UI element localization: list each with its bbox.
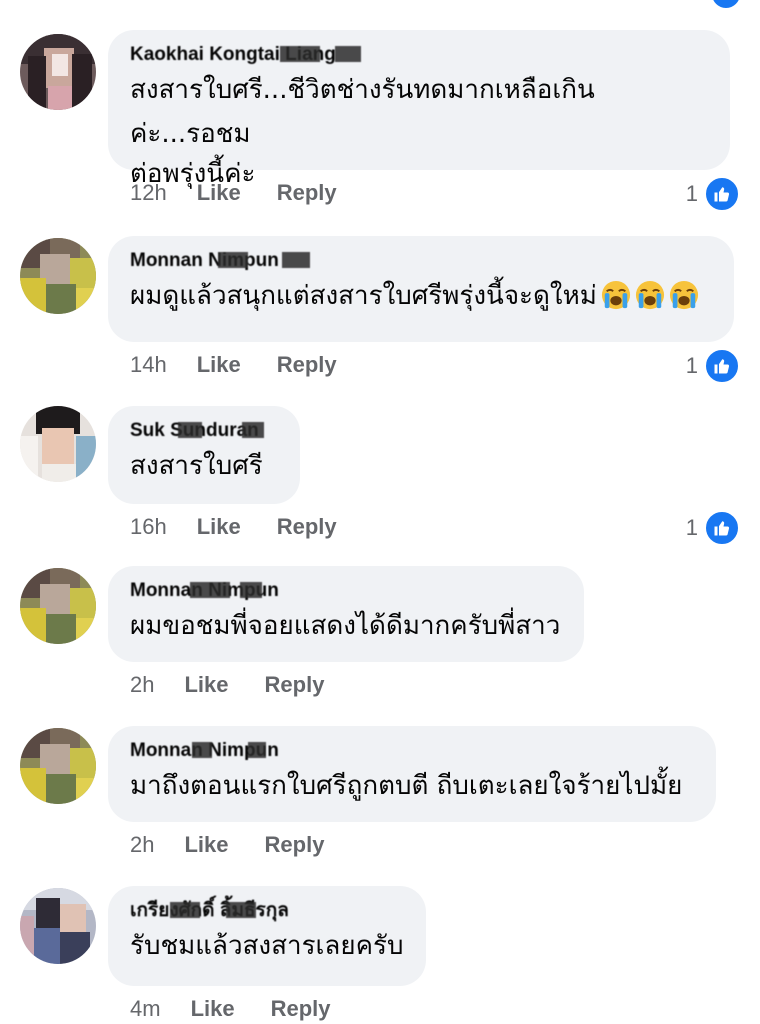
reply-button[interactable]: Reply: [265, 832, 325, 858]
comment-actions: 14h Like Reply: [130, 352, 337, 378]
comment-timestamp[interactable]: 14h: [130, 352, 167, 378]
avatar[interactable]: [20, 728, 96, 804]
thumbs-up-icon: [704, 510, 740, 546]
comment-text: มาถึงตอนแรกใบศรีถูกตบตี ถีบเตะเลยใจร้ายไ…: [130, 764, 694, 808]
comment-text-line: ผมขอชมพี่จอยแสดงได้ดีมากครับพี่สาว: [130, 611, 561, 641]
reaction-summary[interactable]: 1: [686, 510, 740, 546]
like-button[interactable]: Like: [184, 832, 228, 858]
comment-text: ผมดูแล้วสนุกแต่สงสารใบศรีพรุ่งนี้จะดูใหม…: [130, 274, 712, 318]
reaction-count: 1: [685, 353, 698, 378]
comment-text-line: ผมดูแล้วสนุกแต่สงสารใบศรีพรุ่งนี้จะดูใหม…: [130, 281, 597, 311]
comment-text: ผมขอชมพี่จอยแสดงได้ดีมากครับพี่สาว: [130, 604, 562, 648]
comment-actions: 12h Like Reply: [130, 180, 337, 206]
comment-author[interactable]: Monnan Nimpun: [130, 740, 279, 762]
reaction-summary[interactable]: 1: [686, 348, 740, 384]
comment-text: รับชมแล้วสงสารเลยครับ: [130, 924, 404, 968]
avatar[interactable]: [20, 888, 96, 964]
loudly-crying-face-icon: [635, 280, 664, 310]
comment-bubble: Monnan Nimpun ผมขอชมพี่จอยแสดงได้ดีมากคร…: [108, 566, 584, 662]
loudly-crying-face-icon: [601, 280, 630, 310]
comment-actions: 2h Like Reply: [130, 832, 324, 858]
like-button[interactable]: Like: [197, 180, 241, 206]
comment-text: สงสารใบศรี: [130, 444, 278, 488]
comment-bubble: Monnan Nimpun มาถึงตอนแรกใบศรีถูกตบตี ถี…: [108, 726, 716, 822]
like-badge-fragment: [710, 0, 742, 10]
reply-button[interactable]: Reply: [271, 996, 331, 1022]
loudly-crying-face-icon: [669, 280, 698, 310]
reply-button[interactable]: Reply: [277, 352, 337, 378]
comment-author[interactable]: Monnan Nimpun: [130, 250, 310, 272]
like-button[interactable]: Like: [197, 514, 241, 540]
comment-bubble: Kaokhai Kongtai Liang สงสารใบศรี...ชีวิต…: [108, 30, 730, 189]
comment-timestamp[interactable]: 16h: [130, 514, 167, 540]
comment-text-line: มาถึงตอนแรกใบศรีถูกตบตี ถีบเตะเลยใจร้ายไ…: [130, 771, 683, 801]
reaction-summary[interactable]: 1: [686, 176, 740, 212]
comment-actions: 2h Like Reply: [130, 672, 324, 698]
comment-timestamp[interactable]: 2h: [130, 832, 154, 858]
avatar[interactable]: [20, 568, 96, 644]
like-button[interactable]: Like: [184, 672, 228, 698]
comment-text-line: สงสารใบศรี: [130, 451, 263, 481]
like-button[interactable]: Like: [191, 996, 235, 1022]
comment-text-line: สงสารใบศรี...ชีวิตช่างรันทดมากเหลือเกินค…: [130, 75, 595, 149]
reply-button[interactable]: Reply: [265, 672, 325, 698]
comment-author[interactable]: Suk Sunduran: [130, 420, 264, 442]
comment-actions: 16h Like Reply: [130, 514, 337, 540]
avatar[interactable]: [20, 406, 96, 482]
avatar[interactable]: [20, 238, 96, 314]
comment-timestamp[interactable]: 12h: [130, 180, 167, 206]
like-button[interactable]: Like: [197, 352, 241, 378]
comment-author[interactable]: เกรียงศักดิ์ ลิ้มธีรกุล: [130, 900, 289, 922]
reaction-count: 1: [685, 515, 698, 540]
comment-bubble: Monnan Nimpun ผมดูแล้วสนุกแต่สงสารใบศรีพ…: [108, 236, 734, 342]
comment-timestamp[interactable]: 4m: [130, 996, 161, 1022]
comment-text: สงสารใบศรี...ชีวิตช่างรันทดมากเหลือเกินค…: [130, 68, 708, 196]
reply-button[interactable]: Reply: [277, 180, 337, 206]
thumbs-up-icon: [704, 176, 740, 212]
avatar[interactable]: [20, 34, 96, 110]
comment-timestamp[interactable]: 2h: [130, 672, 154, 698]
reply-button[interactable]: Reply: [277, 514, 337, 540]
reaction-count: 1: [685, 181, 698, 206]
comment-author[interactable]: Kaokhai Kongtai Liang: [130, 44, 361, 66]
comment-bubble: Suk Sunduran สงสารใบศรี: [108, 406, 300, 504]
thumbs-up-icon: [704, 348, 740, 384]
previous-comment-actions-fragment: [0, 0, 760, 10]
comment-bubble: เกรียงศักดิ์ ลิ้มธีรกุล รับชมแล้วสงสารเล…: [108, 886, 426, 986]
comment-text-line: รับชมแล้วสงสารเลยครับ: [130, 931, 404, 961]
comment-actions: 4m Like Reply: [130, 996, 331, 1022]
comment-author[interactable]: Monnan Nimpun: [130, 580, 279, 602]
